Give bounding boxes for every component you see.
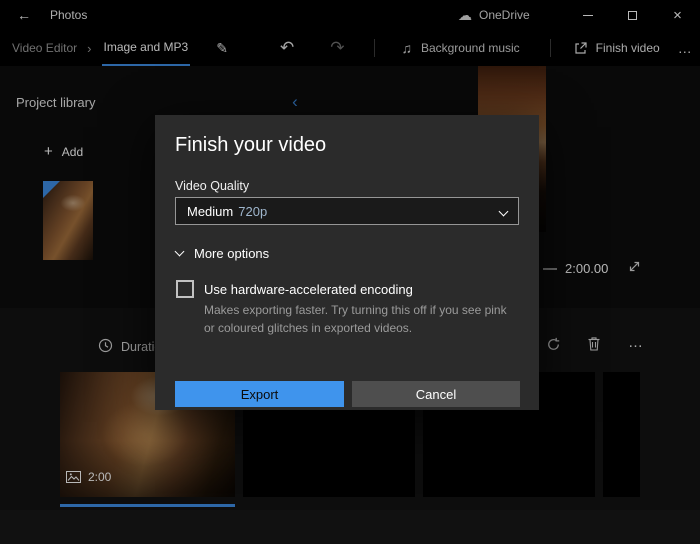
hardware-encoding-checkbox[interactable] — [176, 280, 194, 298]
chevron-down-icon — [500, 204, 507, 218]
hardware-encoding-description: Makes exporting faster. Try turning this… — [204, 301, 534, 337]
photos-app-window: ← Photos ☁ OneDrive × Video Editor › Ima… — [0, 0, 700, 544]
finish-video-dialog: Finish your video Video Quality Medium 7… — [155, 115, 539, 410]
export-button[interactable]: Export — [175, 381, 344, 407]
video-quality-label: Video Quality — [175, 179, 249, 193]
more-options-label: More options — [194, 246, 269, 261]
quality-selected-resolution: 720p — [238, 204, 267, 219]
video-quality-dropdown[interactable]: Medium 720p — [175, 197, 519, 225]
more-options-toggle[interactable]: More options — [176, 246, 269, 261]
dialog-title: Finish your video — [175, 134, 326, 157]
hardware-encoding-label: Use hardware-accelerated encoding — [204, 282, 413, 297]
cancel-button[interactable]: Cancel — [352, 381, 520, 407]
chevron-down-icon — [175, 247, 185, 257]
quality-selected-value: Medium — [187, 204, 233, 219]
